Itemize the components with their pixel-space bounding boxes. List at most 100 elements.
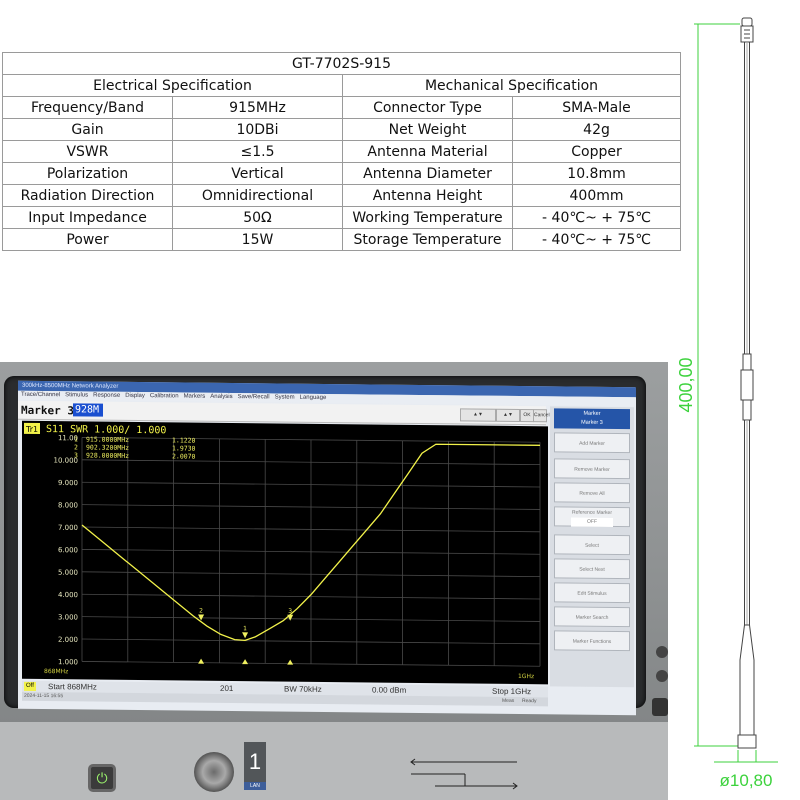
softkey[interactable]: Select (554, 534, 630, 556)
ok-button[interactable]: OK (520, 409, 534, 423)
table-header-row: Electrical Specification Mechanical Spec… (2, 74, 682, 97)
spec-label-cell: Antenna Material (342, 140, 513, 163)
spec-label-cell: Radiation Direction (2, 184, 173, 207)
marker-readout-value: 1.1220 (172, 436, 196, 444)
height-dimension (694, 23, 740, 747)
spec-value-cell: SMA-Male (511, 96, 682, 119)
marker-symbol-label: 1 (243, 625, 247, 632)
softkey-label: Remove All (579, 490, 605, 497)
marker-readout-value: 1.9730 (172, 444, 196, 452)
antenna-dimension-drawing: 400,00 ø10,80 (676, 17, 778, 790)
table-row: Radiation Direction Omnidirectional Antenn… (2, 184, 682, 207)
menu-item[interactable]: Stimulus (65, 392, 88, 398)
chart-grid (81, 437, 541, 667)
cancel-button[interactable]: Cancel (533, 409, 550, 423)
spec-value-cell: Omnidirectional (172, 184, 343, 207)
trace-badge-label: Tr1 (25, 425, 38, 434)
spec-value-cell: 42g (511, 118, 682, 141)
softkey[interactable]: Marker Search (554, 606, 630, 628)
spin-up-down-2[interactable]: ▲▼ (496, 408, 520, 423)
y-tick-label: 5.000 (58, 569, 78, 577)
menu-item[interactable]: Trace/Channel (21, 392, 60, 398)
menu-item[interactable]: Calibration (150, 393, 179, 399)
status-start: Start 868MHz (48, 682, 97, 692)
status-stop: Stop 1GHz (492, 686, 532, 697)
analyzer-screen: 300kHz-8500MHz Network Analyzer Trace/Ch… (18, 380, 636, 716)
spec-label-cell: Gain (2, 118, 173, 141)
s-parameter-diagram (410, 758, 518, 790)
softkey[interactable]: Remove Marker (554, 458, 630, 480)
y-tick-label: 2.000 (58, 636, 78, 644)
status-points: 201 (220, 683, 234, 694)
menu-item[interactable]: Save/Recall (238, 394, 270, 400)
x-end-label: 1GHz (518, 673, 534, 680)
table-row: Power 15W Storage Temperature - 40℃~ + 75℃ (2, 228, 682, 251)
marker-symbol-label: 2 (199, 607, 203, 614)
marker-entry-input[interactable]: 928M (73, 403, 103, 417)
menu-item[interactable]: System (275, 394, 295, 400)
spec-label-cell: Input Impedance (2, 206, 173, 229)
spec-value-cell: ≤1.5 (172, 140, 343, 163)
antenna-body (737, 17, 757, 749)
spec-value-cell: Vertical (172, 162, 343, 185)
spec-value-cell: 10DBi (172, 118, 343, 141)
marker-symbol[interactable] (287, 614, 294, 621)
spec-label-cell: Net Weight (342, 118, 513, 141)
status-date: 2024-11-15 16:55 (24, 692, 64, 700)
softkey-label: Marker Search (575, 614, 609, 621)
spin-up-down-1[interactable]: ▲▼ (460, 408, 496, 422)
trace-title: S11 SWR 1.000/ 1.000 (46, 424, 166, 436)
softkey-label: Add Marker (579, 440, 605, 447)
diameter-dimension (714, 750, 778, 763)
y-tick-label: 4.000 (58, 591, 78, 599)
menu-item[interactable]: Display (125, 393, 145, 399)
spec-label-cell: Antenna Diameter (342, 162, 513, 185)
marker-symbol-label: 3 (288, 608, 292, 615)
softkey[interactable]: Select Next (554, 558, 630, 580)
hardware-key-column (652, 646, 668, 716)
table-row: Polarization Vertical Antenna Diameter 10.8… (2, 162, 682, 185)
spec-label-cell: Polarization (2, 162, 173, 185)
softkey-label: Select (585, 542, 599, 549)
softkey[interactable]: Add Marker (554, 432, 630, 454)
x-start-label: 868MHz (44, 668, 68, 675)
power-icon: ⏻ (96, 770, 108, 786)
marker-readout-id: 1 (74, 435, 78, 443)
marker-symbol[interactable] (242, 632, 249, 639)
spec-table: GT-7702S-915 Electrical Specification Me… (1, 52, 682, 251)
marker-readout-id: 3 (74, 451, 78, 459)
menu-item[interactable]: Markers (184, 393, 206, 399)
marker-readout-value: 2.0070 (172, 452, 196, 460)
softkey[interactable]: Edit Stimulus (554, 582, 630, 604)
table-title: GT-7702S-915 (1, 52, 682, 75)
power-button[interactable]: ⏻ (88, 764, 116, 792)
status-badge[interactable]: Off (24, 681, 36, 691)
softkey-label: Marker Functions (572, 638, 612, 645)
softkey[interactable]: Remove All (554, 482, 630, 504)
status-ready: Ready (522, 698, 537, 705)
network-analyzer-photo: 300kHz-8500MHz Network Analyzer Trace/Ch… (0, 362, 668, 800)
diameter-label: ø10,80 (720, 771, 773, 790)
spec-value-cell: 400mm (511, 184, 682, 207)
height-label: 400,00 (676, 357, 696, 412)
softkey[interactable]: Reference Marker OFF (554, 506, 630, 528)
status-bw: BW 70kHz (284, 684, 322, 694)
y-tick-label: 9.000 (58, 479, 78, 487)
menu-item[interactable]: Language (300, 395, 327, 401)
swr-chart: 11.0010.0009.0008.0007.0006.0005.0004.00… (22, 420, 548, 685)
marker-readout-table: 1 915.0000MHz 1.12202 902.3200MHz 1.97303 928… (74, 435, 196, 460)
softkey-header-sub: Marker 3 (581, 419, 603, 426)
spec-label-cell: Power (2, 228, 173, 251)
spec-label-cell: Working Temperature (342, 206, 513, 229)
port-sub-label: LAN (244, 782, 266, 790)
menu-item[interactable]: Response (93, 393, 120, 399)
electrical-spec-header: Electrical Specification (2, 74, 343, 97)
table-row: Input Impedance 50Ω Working Temperature - 4… (2, 206, 682, 229)
softkey-header: Marker Marker 3 (554, 408, 630, 430)
y-tick-label: 7.000 (58, 524, 78, 532)
marker-symbols: 1 2 3 (198, 607, 294, 665)
menu-item[interactable]: Analysis (210, 394, 232, 400)
softkey-label: Remove Marker (574, 466, 610, 473)
softkey[interactable]: Marker Functions (554, 630, 630, 652)
softkey-label: Select Next (579, 566, 605, 573)
